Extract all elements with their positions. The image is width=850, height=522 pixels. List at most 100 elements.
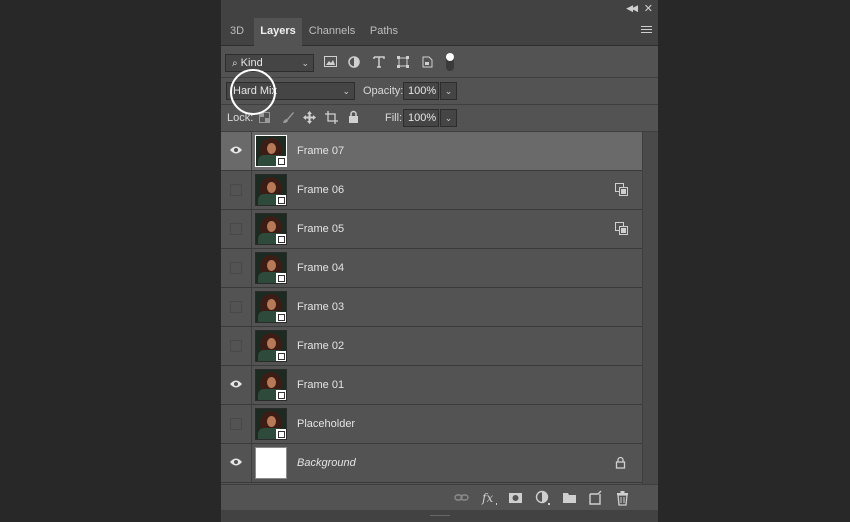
hidden-visibility-box	[230, 223, 242, 235]
layer-row[interactable]: Frame 06	[221, 171, 642, 210]
lock-artboard-icon[interactable]	[325, 111, 338, 124]
visibility-toggle[interactable]	[221, 132, 252, 170]
link-icon[interactable]	[454, 490, 470, 506]
fill-dropdown-button[interactable]: ⌄	[440, 109, 457, 127]
tab-layers[interactable]: Layers	[254, 18, 302, 46]
chevron-down-icon: ⌄	[301, 58, 309, 68]
smart-object-badge-icon	[276, 312, 286, 322]
hidden-visibility-box	[230, 184, 242, 196]
blend-mode-highlight-circle	[230, 69, 276, 115]
layer-list: Frame 07 Frame 06 Frame 05 Frame 04 Frame 03…	[221, 132, 642, 484]
layer-thumbnail[interactable]	[255, 447, 287, 479]
layer-thumbnail[interactable]	[255, 174, 287, 206]
type-filter-icon[interactable]	[373, 56, 385, 68]
folder-icon[interactable]	[562, 490, 578, 506]
layer-row[interactable]: Frame 02	[221, 327, 642, 366]
layer-name[interactable]: Frame 06	[297, 171, 344, 209]
visibility-toggle[interactable]	[221, 405, 252, 443]
frame-badge-icon	[615, 222, 628, 235]
visibility-toggle[interactable]	[221, 171, 252, 209]
adjustment-icon[interactable]	[535, 490, 551, 506]
svg-text:fx: fx	[481, 491, 493, 505]
layer-row[interactable]: Frame 04	[221, 249, 642, 288]
eye-icon	[230, 146, 242, 154]
layer-row[interactable]: Frame 03	[221, 288, 642, 327]
layer-thumbnail[interactable]	[255, 369, 287, 401]
frame-badge-icon	[615, 183, 628, 196]
smart-object-badge-icon	[276, 195, 286, 205]
opacity-label: Opacity:	[363, 85, 404, 97]
layer-name[interactable]: Frame 07	[297, 132, 344, 170]
layer-lock-icon[interactable]	[615, 456, 628, 469]
filter-toggle-icon[interactable]	[445, 52, 455, 72]
layer-row[interactable]: Frame 01	[221, 366, 642, 405]
opacity-dropdown-button[interactable]: ⌄	[440, 82, 457, 100]
close-icon[interactable]: ✕	[644, 2, 653, 15]
layers-panel: ◀◀ ✕ 3D Layers Channels Paths ⌕ Kind ⌄ H…	[221, 0, 658, 522]
eye-icon	[230, 380, 242, 388]
layer-name[interactable]: Frame 01	[297, 366, 344, 404]
lock-position-move-icon[interactable]	[303, 111, 316, 124]
smart-object-filter-icon[interactable]	[422, 56, 433, 68]
layer-name[interactable]: Frame 04	[297, 249, 344, 287]
filter-kind-label: Kind	[240, 57, 263, 69]
smart-object-badge-icon	[276, 234, 286, 244]
smart-object-badge-icon	[276, 351, 286, 361]
hidden-visibility-box	[230, 418, 242, 430]
smart-object-badge-icon	[276, 156, 286, 166]
visibility-toggle[interactable]	[221, 327, 252, 365]
hidden-visibility-box	[230, 340, 242, 352]
layer-row[interactable]: Placeholder	[221, 405, 642, 444]
fill-input[interactable]: 100%	[403, 109, 439, 127]
collapse-icon[interactable]: ◀◀	[626, 3, 638, 14]
chevron-down-icon: ⌄	[444, 113, 453, 123]
shape-filter-icon[interactable]	[397, 56, 409, 68]
hidden-visibility-box	[230, 301, 242, 313]
mask-icon[interactable]	[508, 490, 524, 506]
layer-row[interactable]: Frame 05	[221, 210, 642, 249]
adjustment-filter-icon[interactable]	[348, 56, 360, 68]
chevron-down-icon: ⌄	[444, 86, 453, 96]
smart-object-badge-icon	[276, 390, 286, 400]
smart-object-badge-icon	[276, 273, 286, 283]
panel-menu-icon[interactable]	[641, 26, 652, 35]
search-icon: ⌕	[232, 58, 238, 69]
visibility-toggle[interactable]	[221, 210, 252, 248]
panel-resize-handle[interactable]	[221, 510, 658, 522]
layer-name[interactable]: Frame 05	[297, 210, 344, 248]
tab-3d[interactable]: 3D	[221, 18, 253, 45]
layer-name[interactable]: Background	[297, 444, 356, 482]
panel-tabs: 3D Layers Channels Paths	[221, 18, 658, 46]
layer-name[interactable]: Frame 03	[297, 288, 344, 326]
new-layer-icon[interactable]	[588, 490, 604, 506]
filter-kind-select[interactable]: ⌕ Kind ⌄	[225, 54, 314, 72]
visibility-toggle[interactable]	[221, 366, 252, 404]
layer-thumbnail[interactable]	[255, 135, 287, 167]
filter-row: ⌕ Kind ⌄	[221, 46, 658, 78]
chevron-down-icon: ⌄	[342, 86, 350, 96]
tab-channels[interactable]: Channels	[303, 18, 361, 45]
lock-all-icon[interactable]	[348, 110, 359, 123]
layer-thumbnail[interactable]	[255, 330, 287, 362]
opacity-input[interactable]: 100%	[403, 82, 439, 100]
layer-thumbnail[interactable]	[255, 252, 287, 284]
lock-pixels-brush-icon[interactable]	[282, 111, 294, 124]
layer-thumbnail[interactable]	[255, 408, 287, 440]
fill-label: Fill:	[385, 112, 403, 124]
fx-icon[interactable]: fx	[481, 490, 497, 506]
layer-row[interactable]: Background	[221, 444, 642, 483]
blend-row: Hard Mix ⌄ Opacity: 100% ⌄	[221, 78, 658, 105]
layer-name[interactable]: Frame 02	[297, 327, 344, 365]
layer-thumbnail[interactable]	[255, 213, 287, 245]
visibility-toggle[interactable]	[221, 288, 252, 326]
layer-name[interactable]: Placeholder	[297, 405, 355, 443]
layer-list-scrollbar[interactable]	[642, 132, 658, 484]
eye-icon	[230, 458, 242, 466]
pixel-filter-icon[interactable]	[324, 56, 337, 68]
layer-thumbnail[interactable]	[255, 291, 287, 323]
visibility-toggle[interactable]	[221, 444, 252, 482]
visibility-toggle[interactable]	[221, 249, 252, 287]
trash-icon[interactable]	[615, 490, 631, 506]
tab-paths[interactable]: Paths	[362, 18, 406, 45]
layer-row[interactable]: Frame 07	[221, 132, 642, 171]
